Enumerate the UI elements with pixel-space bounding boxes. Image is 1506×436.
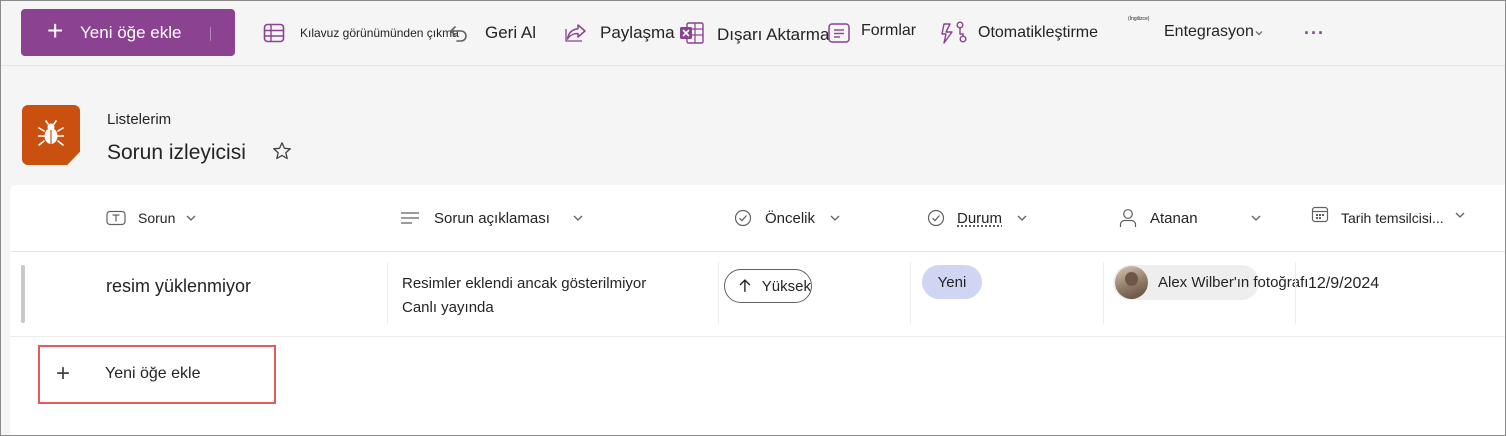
integrate-label: Entegrasyon [1164, 23, 1254, 40]
automate-button[interactable]: Otomatikleştirme [941, 1, 1098, 65]
column-header-description[interactable]: Sorun açıklaması [400, 185, 584, 251]
chevron-down-icon [573, 215, 583, 221]
cell-divider [1295, 262, 1296, 324]
description-line-1: Resimler eklendi ancak gösterilmiyor [402, 275, 647, 292]
share-button[interactable]: Paylaşma [564, 1, 675, 65]
chevron-down-icon [1251, 215, 1261, 221]
integrate-button[interactable]: (İngilizce) Entegrasyon [1126, 1, 1264, 65]
integrate-small-label: (İngilizce) [1128, 16, 1150, 22]
undo-icon [450, 26, 467, 42]
forms-label: Formlar [861, 22, 917, 39]
forms-button[interactable]: Formlar [827, 1, 916, 65]
chevron-down-icon [1455, 212, 1465, 218]
assignee-label: Alex Wilber'ın fotoğrafı [1158, 274, 1309, 291]
chevron-down-icon [1255, 31, 1263, 36]
exit-grid-view-button[interactable]: Kılavuz görünümünden çıkma [263, 1, 459, 65]
share-icon [565, 24, 586, 42]
plus-icon: + [56, 360, 71, 387]
date-cell[interactable]: 12/9/2024 [1308, 275, 1379, 293]
column-header-priority[interactable]: Öncelik [734, 185, 841, 251]
cell-divider [910, 262, 911, 324]
description-line-2: Canlı yayında [402, 299, 494, 316]
choice-check-icon [734, 209, 752, 227]
text-field-icon [106, 210, 126, 226]
forms-icon [828, 23, 850, 43]
exit-grid-view-label: Kılavuz görünümünden çıkma [300, 26, 459, 40]
column-header-label: Sorun açıklaması [434, 209, 550, 227]
command-bar: + Yeni öğe ekle Kılavuz görünümünden çık… [1, 1, 1505, 66]
cell-divider [718, 262, 719, 324]
list-grid: Sorun Sorun açıklaması Öncelik Durum Ata… [10, 185, 1505, 435]
calendar-icon [1311, 206, 1329, 223]
status-label: Yeni [937, 273, 967, 291]
grid-icon [263, 23, 285, 43]
undo-button[interactable]: Geri Al [448, 1, 536, 65]
new-item-button[interactable]: + Yeni öğe ekle [21, 9, 235, 56]
choice-check-icon [927, 209, 945, 227]
priority-pill[interactable]: Yüksek [724, 269, 812, 303]
excel-icon [680, 22, 704, 44]
automate-label: Otomatikleştirme [978, 24, 1099, 41]
undo-label: Geri Al [485, 23, 537, 42]
plus-icon: + [47, 15, 64, 46]
arrow-up-icon [739, 279, 751, 292]
person-icon [1119, 209, 1137, 227]
issue-cell[interactable]: resim yüklenmiyor [106, 276, 251, 297]
add-new-item-row[interactable]: + Yeni öğe ekle [38, 345, 276, 404]
more-options-button[interactable]: ··· [1304, 1, 1325, 65]
breadcrumb[interactable]: Listelerim [107, 111, 171, 128]
column-header-issue[interactable]: Sorun [106, 185, 197, 251]
export-label: Dışarı Aktarma [717, 25, 830, 44]
status-pill[interactable]: Yeni [922, 265, 982, 299]
assignee-pill[interactable]: Alex Wilber'ın fotoğrafı [1113, 265, 1308, 300]
list-app-icon [22, 105, 80, 165]
export-button[interactable]: Dışarı Aktarma [679, 1, 829, 65]
list-app-window: + Yeni öğe ekle Kılavuz görünümünden çık… [0, 0, 1506, 436]
more-icon: ··· [1304, 22, 1325, 43]
column-header-label: Öncelik [765, 209, 816, 227]
column-header-label: Atanan [1150, 209, 1198, 227]
column-header-date[interactable]: Tarih temsilcisi... [1311, 185, 1466, 251]
favorite-star-icon[interactable] [272, 141, 292, 161]
chevron-down-icon [186, 215, 196, 221]
multiline-text-icon [401, 212, 419, 224]
column-header-label: Sorun [138, 210, 176, 226]
share-label: Paylaşma [600, 23, 675, 42]
row-selection-bar[interactable] [21, 265, 25, 323]
priority-label: Yüksek [761, 277, 811, 295]
header-divider [10, 251, 1505, 252]
avatar [1115, 266, 1148, 299]
bug-icon [38, 120, 64, 146]
new-item-label: Yeni öğe ekle [80, 23, 182, 42]
cell-divider [1103, 262, 1104, 324]
column-header-label: Tarih temsilcisi... [1341, 210, 1444, 226]
column-header-assignee[interactable]: Atanan [1119, 185, 1262, 251]
column-header-status[interactable]: Durum [927, 185, 1028, 251]
row-divider [10, 336, 1505, 337]
button-divider [210, 27, 211, 41]
flow-icon [941, 21, 967, 44]
chevron-down-icon [1017, 215, 1027, 221]
page-title: Sorun izleyicisi [107, 141, 246, 164]
column-header-label: Durum [957, 209, 1003, 227]
chevron-down-icon [830, 215, 840, 221]
cell-divider [387, 262, 388, 324]
add-new-item-label: Yeni öğe ekle [105, 365, 201, 382]
